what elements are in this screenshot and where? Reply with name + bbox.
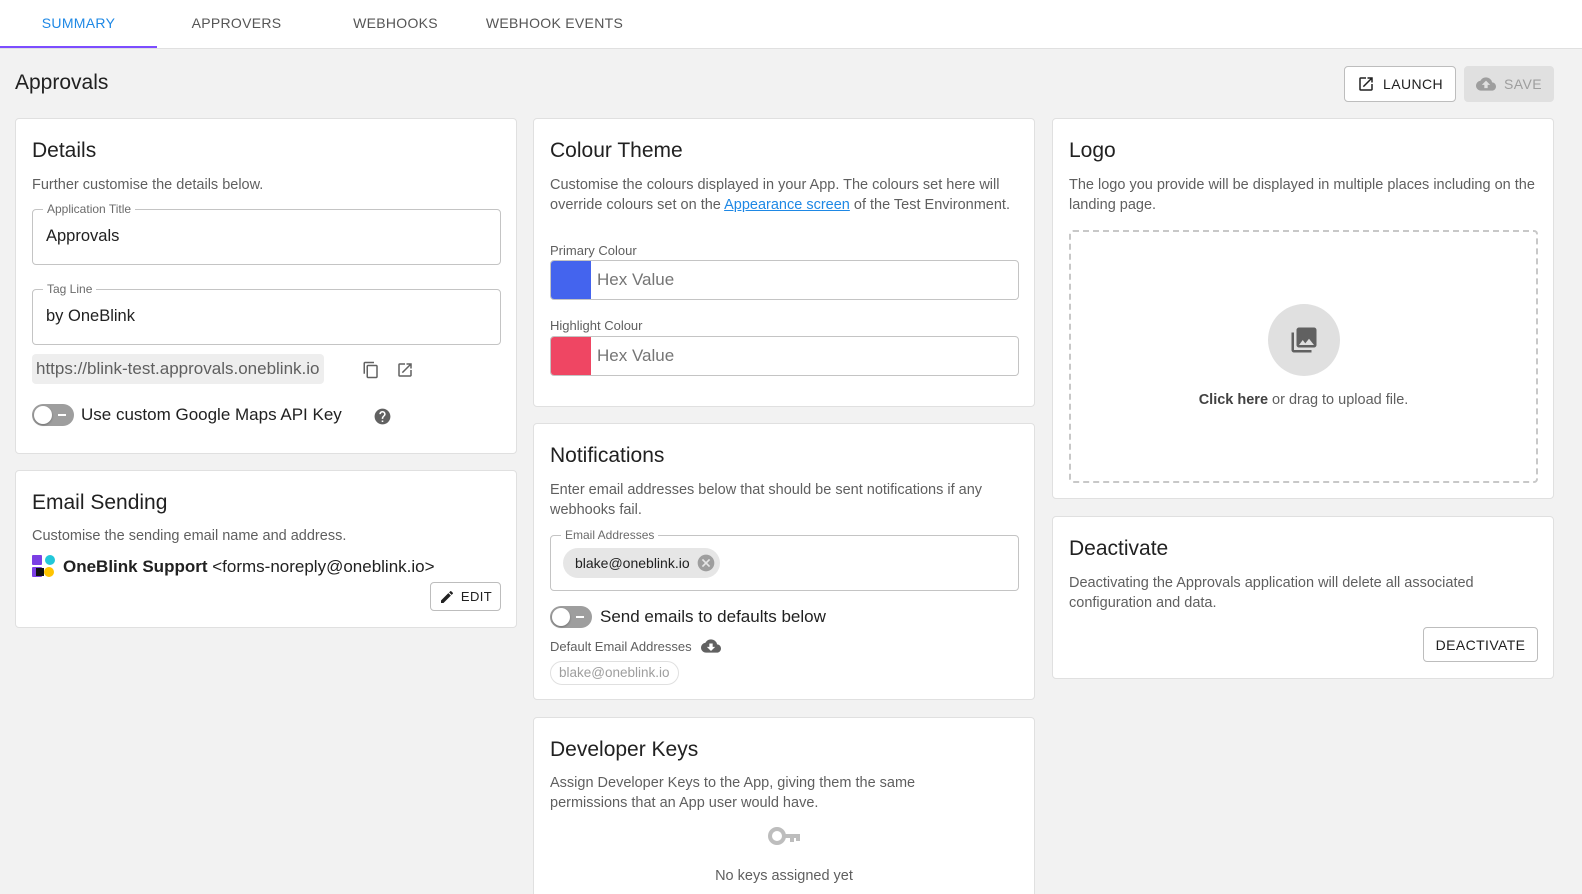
pencil-icon bbox=[439, 589, 455, 605]
toggle-off-mark bbox=[576, 616, 584, 618]
email-chip[interactable]: blake@oneblink.io bbox=[563, 548, 720, 578]
edit-button[interactable]: EDIT bbox=[430, 582, 501, 611]
deactivate-card: Deactivate Deactivating the Approvals ap… bbox=[1052, 516, 1554, 679]
cancel-icon[interactable] bbox=[696, 553, 716, 573]
notifications-description: Enter email addresses below that should … bbox=[550, 482, 983, 518]
primary-colour-field[interactable] bbox=[550, 260, 1019, 300]
default-email-chip: blake@oneblink.io bbox=[550, 661, 679, 685]
tab-bar: SUMMARY APPROVERS WEBHOOKS WEBHOOK EVENT… bbox=[0, 0, 1582, 49]
email-addresses-label: Email Addresses bbox=[561, 528, 659, 542]
deactivate-label: DEACTIVATE bbox=[1435, 636, 1526, 653]
logo-description: The logo you provide will be displayed i… bbox=[1069, 177, 1535, 213]
launch-label: LAUNCH bbox=[1383, 76, 1443, 92]
highlight-colour-input[interactable] bbox=[597, 337, 1007, 375]
notifications-card: Notifications Enter email addresses belo… bbox=[533, 423, 1035, 700]
logo-title: Logo bbox=[1069, 139, 1116, 162]
app-url: https://blink-test.approvals.oneblink.io bbox=[32, 354, 324, 384]
tag-line-field[interactable]: Tag Line by OneBlink bbox=[32, 282, 501, 345]
tag-line-label: Tag Line bbox=[43, 282, 97, 296]
launch-button[interactable]: LAUNCH bbox=[1344, 66, 1456, 102]
appearance-screen-link[interactable]: Appearance screen bbox=[724, 197, 850, 213]
oneblink-logo bbox=[32, 555, 56, 577]
send-defaults-toggle-label: Send emails to defaults below bbox=[600, 607, 826, 626]
colour-theme-title: Colour Theme bbox=[550, 139, 683, 162]
help-icon[interactable] bbox=[372, 406, 392, 426]
sender-address: <forms-noreply@oneblink.io> bbox=[212, 557, 435, 576]
default-email-label: Default Email Addresses bbox=[550, 639, 692, 654]
application-title-label: Application Title bbox=[43, 202, 136, 216]
upload-click-here[interactable]: Click here bbox=[1199, 392, 1268, 408]
google-maps-toggle[interactable] bbox=[32, 404, 74, 426]
email-sending-description: Customise the sending email name and add… bbox=[32, 528, 347, 544]
primary-colour-input[interactable] bbox=[597, 261, 1007, 299]
tab-webhooks[interactable]: WEBHOOKS bbox=[316, 0, 475, 48]
cloud-download-icon bbox=[700, 636, 722, 656]
highlight-colour-swatch[interactable] bbox=[551, 337, 591, 375]
save-button[interactable]: SAVE bbox=[1464, 66, 1554, 102]
email-sending-card: Email Sending Customise the sending emai… bbox=[15, 470, 517, 628]
no-keys-text: No keys assigned yet bbox=[715, 868, 853, 884]
developer-keys-description: Assign Developer Keys to the App, giving… bbox=[550, 775, 916, 811]
tag-line-value: by OneBlink bbox=[46, 307, 135, 325]
details-description: Further customise the details below. bbox=[32, 177, 264, 193]
logo-dropzone[interactable]: Click here or drag to upload file. bbox=[1069, 230, 1538, 483]
details-card: Details Further customise the details be… bbox=[15, 118, 517, 454]
toggle-off-mark bbox=[58, 414, 66, 416]
details-title: Details bbox=[32, 139, 97, 162]
email-sending-title: Email Sending bbox=[32, 491, 168, 514]
developer-keys-card: Developer Keys Assign Developer Keys to … bbox=[533, 717, 1035, 894]
photo-library-icon bbox=[1268, 304, 1340, 376]
deactivate-title: Deactivate bbox=[1069, 537, 1169, 560]
colour-theme-description: Customise the colours displayed in your … bbox=[550, 175, 1020, 215]
deactivate-description: Deactivating the Approvals application w… bbox=[1069, 575, 1474, 611]
logo-card: Logo The logo you provide will be displa… bbox=[1052, 118, 1554, 499]
edit-label: EDIT bbox=[460, 589, 493, 604]
highlight-colour-field[interactable] bbox=[550, 336, 1019, 376]
primary-colour-label: Primary Colour bbox=[550, 243, 637, 258]
tab-approvers[interactable]: APPROVERS bbox=[157, 0, 316, 48]
cloud-upload-icon bbox=[1476, 74, 1497, 94]
colour-theme-card: Colour Theme Customise the colours displ… bbox=[533, 118, 1035, 407]
email-chip-label: blake@oneblink.io bbox=[575, 555, 690, 571]
highlight-colour-label: Highlight Colour bbox=[550, 318, 643, 333]
key-icon bbox=[767, 824, 803, 848]
application-title-field[interactable]: Application Title Approvals bbox=[32, 202, 501, 265]
sender-line: OneBlink Support <forms-noreply@oneblink… bbox=[63, 557, 435, 577]
upload-hint-rest: or drag to upload file. bbox=[1268, 392, 1409, 408]
toggle-knob bbox=[552, 608, 570, 626]
primary-colour-swatch[interactable] bbox=[551, 261, 591, 299]
upload-hint: Click here or drag to upload file. bbox=[1071, 392, 1536, 408]
tab-webhook-events[interactable]: WEBHOOK EVENTS bbox=[475, 0, 634, 48]
sender-name: OneBlink Support bbox=[63, 557, 208, 576]
colour-theme-description-suffix: of the Test Environment. bbox=[849, 197, 1010, 213]
open-in-new-icon bbox=[1357, 75, 1375, 93]
application-title-value: Approvals bbox=[46, 227, 120, 245]
send-defaults-toggle[interactable] bbox=[550, 606, 592, 628]
copy-icon[interactable] bbox=[360, 359, 382, 381]
developer-keys-title: Developer Keys bbox=[550, 738, 699, 761]
google-maps-toggle-label: Use custom Google Maps API Key bbox=[81, 405, 342, 424]
save-label: SAVE bbox=[1504, 76, 1542, 92]
notifications-title: Notifications bbox=[550, 444, 665, 467]
tab-summary[interactable]: SUMMARY bbox=[0, 0, 157, 48]
toggle-knob bbox=[34, 406, 52, 424]
deactivate-button[interactable]: DEACTIVATE bbox=[1423, 627, 1538, 662]
page-title: Approvals bbox=[15, 71, 109, 94]
open-in-new-icon[interactable] bbox=[394, 359, 416, 381]
email-addresses-field[interactable]: Email Addresses blake@oneblink.io bbox=[550, 528, 1019, 591]
